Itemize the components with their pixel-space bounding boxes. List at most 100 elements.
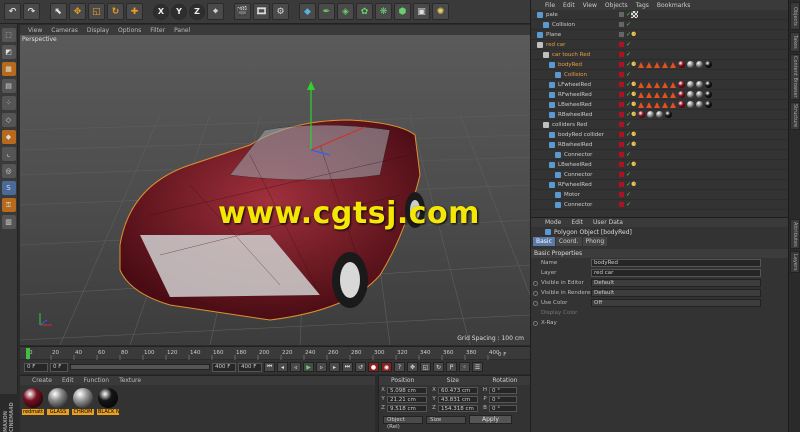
phong-tag-icon[interactable] bbox=[670, 101, 677, 108]
make-editable-icon[interactable]: ⬚ bbox=[1, 28, 16, 42]
attribute-dropdown[interactable]: Default bbox=[591, 289, 761, 297]
viewport-menu-options[interactable]: Options bbox=[118, 27, 141, 34]
object-name[interactable]: RFwheelRed bbox=[558, 92, 592, 98]
material-tag-icon[interactable] bbox=[696, 101, 704, 108]
dynamics-tag-icon[interactable]: ⚈ bbox=[631, 61, 636, 68]
phong-tag-icon[interactable] bbox=[662, 101, 669, 108]
enabled-check-icon[interactable]: ✓ bbox=[626, 171, 631, 178]
phong-tag-icon[interactable] bbox=[646, 101, 653, 108]
object-name[interactable]: colliders Red bbox=[552, 122, 587, 128]
layer-color-icon[interactable] bbox=[619, 152, 624, 157]
position-key-icon[interactable]: ✥ bbox=[407, 362, 418, 372]
enabled-check-icon[interactable]: ✓ bbox=[626, 201, 631, 208]
polygons-mode-icon[interactable]: ◆ bbox=[1, 130, 16, 144]
redo-icon[interactable]: ↷ bbox=[23, 3, 40, 20]
object-tree-row[interactable]: bodyRed collider ✓ ⚈ bbox=[531, 130, 788, 140]
coord-rotation-field[interactable]: 0 ° bbox=[489, 404, 517, 412]
enabled-check-icon[interactable]: ✓ bbox=[626, 51, 631, 58]
lock-workplane-icon[interactable]: ⚿ bbox=[1, 198, 16, 212]
spline-pen-icon[interactable]: ✒ bbox=[318, 3, 335, 20]
camera-icon[interactable]: ▣ bbox=[413, 3, 430, 20]
phong-tag-icon[interactable] bbox=[646, 91, 653, 98]
texture-mode-icon[interactable]: ▦ bbox=[1, 62, 16, 76]
om-menu-file[interactable]: File bbox=[545, 2, 555, 9]
enable-axis-icon[interactable]: ⌞ bbox=[1, 147, 16, 161]
phong-tag-icon[interactable] bbox=[638, 101, 645, 108]
material-tag-icon[interactable] bbox=[678, 101, 686, 108]
phong-tag-icon[interactable] bbox=[654, 61, 661, 68]
layer-color-icon[interactable] bbox=[619, 142, 624, 147]
attribute-input[interactable]: bodyRed bbox=[591, 259, 761, 267]
timeline-ruler[interactable]: 0 20 40 60 80 100 120 140 160 180 200 220 240 260 280 3… bbox=[20, 346, 530, 360]
layer-color-icon[interactable] bbox=[619, 52, 624, 57]
om-menu-tags[interactable]: Tags bbox=[636, 2, 649, 9]
object-tree-row[interactable]: colliders Red ✓ bbox=[531, 120, 788, 130]
enabled-check-icon[interactable]: ✓ bbox=[626, 191, 631, 198]
phong-tag-icon[interactable] bbox=[662, 91, 669, 98]
render-settings-icon[interactable]: ⚙ bbox=[272, 3, 289, 20]
phong-tag-icon[interactable] bbox=[646, 81, 653, 88]
phong-tag-icon[interactable] bbox=[654, 81, 661, 88]
enabled-check-icon[interactable]: ✓ bbox=[626, 151, 631, 158]
side-tab-attributes[interactable]: Attributes bbox=[790, 219, 800, 249]
dynamics-tag-icon[interactable]: ⚈ bbox=[631, 141, 636, 148]
dynamics-tag-icon[interactable]: ⚈ bbox=[631, 101, 636, 108]
material-tag-icon[interactable] bbox=[678, 91, 686, 98]
coord-mode-dropdown[interactable]: Object (Rel) bbox=[383, 415, 423, 430]
object-tree-row[interactable]: LFwheelRed ✓ ⚈ bbox=[531, 80, 788, 90]
layer-color-icon[interactable] bbox=[619, 132, 624, 137]
material-tag-icon[interactable] bbox=[687, 101, 695, 108]
record-icon[interactable]: ● bbox=[368, 362, 379, 372]
animate-radio-icon[interactable] bbox=[533, 320, 538, 326]
object-tree-row[interactable]: car touch Red ✓ bbox=[531, 50, 788, 60]
phong-tag-icon[interactable] bbox=[662, 61, 669, 68]
side-tab-objects[interactable]: Objects bbox=[790, 2, 800, 30]
animate-radio-icon[interactable] bbox=[533, 280, 538, 286]
object-name[interactable]: red car bbox=[546, 42, 565, 48]
om-menu-edit[interactable]: Edit bbox=[563, 2, 575, 9]
animate-radio-icon[interactable] bbox=[533, 300, 538, 306]
coord-size-field[interactable]: 43.831 cm bbox=[438, 395, 478, 403]
viewport-menu-view[interactable]: View bbox=[28, 27, 42, 34]
material-item[interactable]: GLASS bbox=[47, 388, 69, 415]
layer-color-icon[interactable] bbox=[619, 202, 624, 207]
goto-end-icon[interactable]: ⏭ bbox=[342, 362, 353, 372]
viewport-menu-display[interactable]: Display bbox=[87, 27, 109, 34]
y-axis-icon[interactable]: Y bbox=[171, 3, 187, 20]
phong-tag-icon[interactable] bbox=[638, 91, 645, 98]
object-name[interactable]: bodyRed collider bbox=[558, 132, 604, 138]
object-tree-row[interactable]: bodyRed ✓ ⚈ bbox=[531, 60, 788, 70]
layer-color-icon[interactable] bbox=[619, 182, 624, 187]
layer-color-icon[interactable] bbox=[619, 192, 624, 197]
cube-icon[interactable]: ◆ bbox=[299, 3, 316, 20]
goto-start-icon[interactable]: ⏮ bbox=[264, 362, 275, 372]
undo-icon[interactable]: ↶ bbox=[4, 3, 21, 20]
phong-tag-icon[interactable] bbox=[654, 101, 661, 108]
layer-color-icon[interactable] bbox=[619, 102, 624, 107]
attribute-input[interactable]: red car bbox=[591, 269, 761, 277]
coord-size-mode-dropdown[interactable]: Size bbox=[426, 415, 466, 424]
live-select-icon[interactable]: ⬉ bbox=[50, 3, 67, 20]
am-menu-mode[interactable]: Mode bbox=[545, 219, 561, 226]
object-tree-row[interactable]: Connector ✓ bbox=[531, 150, 788, 160]
side-tab-layers[interactable]: Layers bbox=[790, 251, 800, 273]
texture-tag-icon[interactable] bbox=[631, 11, 638, 18]
material-tag-icon[interactable] bbox=[705, 81, 713, 88]
enabled-check-icon[interactable]: ✓ bbox=[626, 71, 631, 78]
material-tag-icon[interactable] bbox=[696, 91, 704, 98]
object-tree-row[interactable]: pale ✓ bbox=[531, 10, 788, 20]
subdivision-icon[interactable]: ◈ bbox=[337, 3, 354, 20]
points-mode-icon[interactable]: ⁘ bbox=[1, 96, 16, 110]
material-item[interactable]: redmatt bbox=[22, 388, 44, 415]
coord-rotation-field[interactable]: 0 ° bbox=[489, 386, 517, 394]
max-frame-field[interactable]: 400 F bbox=[238, 362, 262, 372]
play-icon[interactable]: ▶ bbox=[303, 362, 314, 372]
tab-basic[interactable]: Basic bbox=[533, 237, 555, 246]
material-tag-icon[interactable] bbox=[696, 81, 704, 88]
x-axis-icon[interactable]: X bbox=[153, 3, 169, 20]
layer-color-icon[interactable] bbox=[619, 92, 624, 97]
om-menu-bookmarks[interactable]: Bookmarks bbox=[657, 2, 691, 9]
object-name[interactable]: LBwheelRed bbox=[558, 162, 592, 168]
side-tab-takes[interactable]: Takes bbox=[790, 32, 800, 52]
object-tree-row[interactable]: RBwheelRed ✓ ⚈ bbox=[531, 110, 788, 120]
